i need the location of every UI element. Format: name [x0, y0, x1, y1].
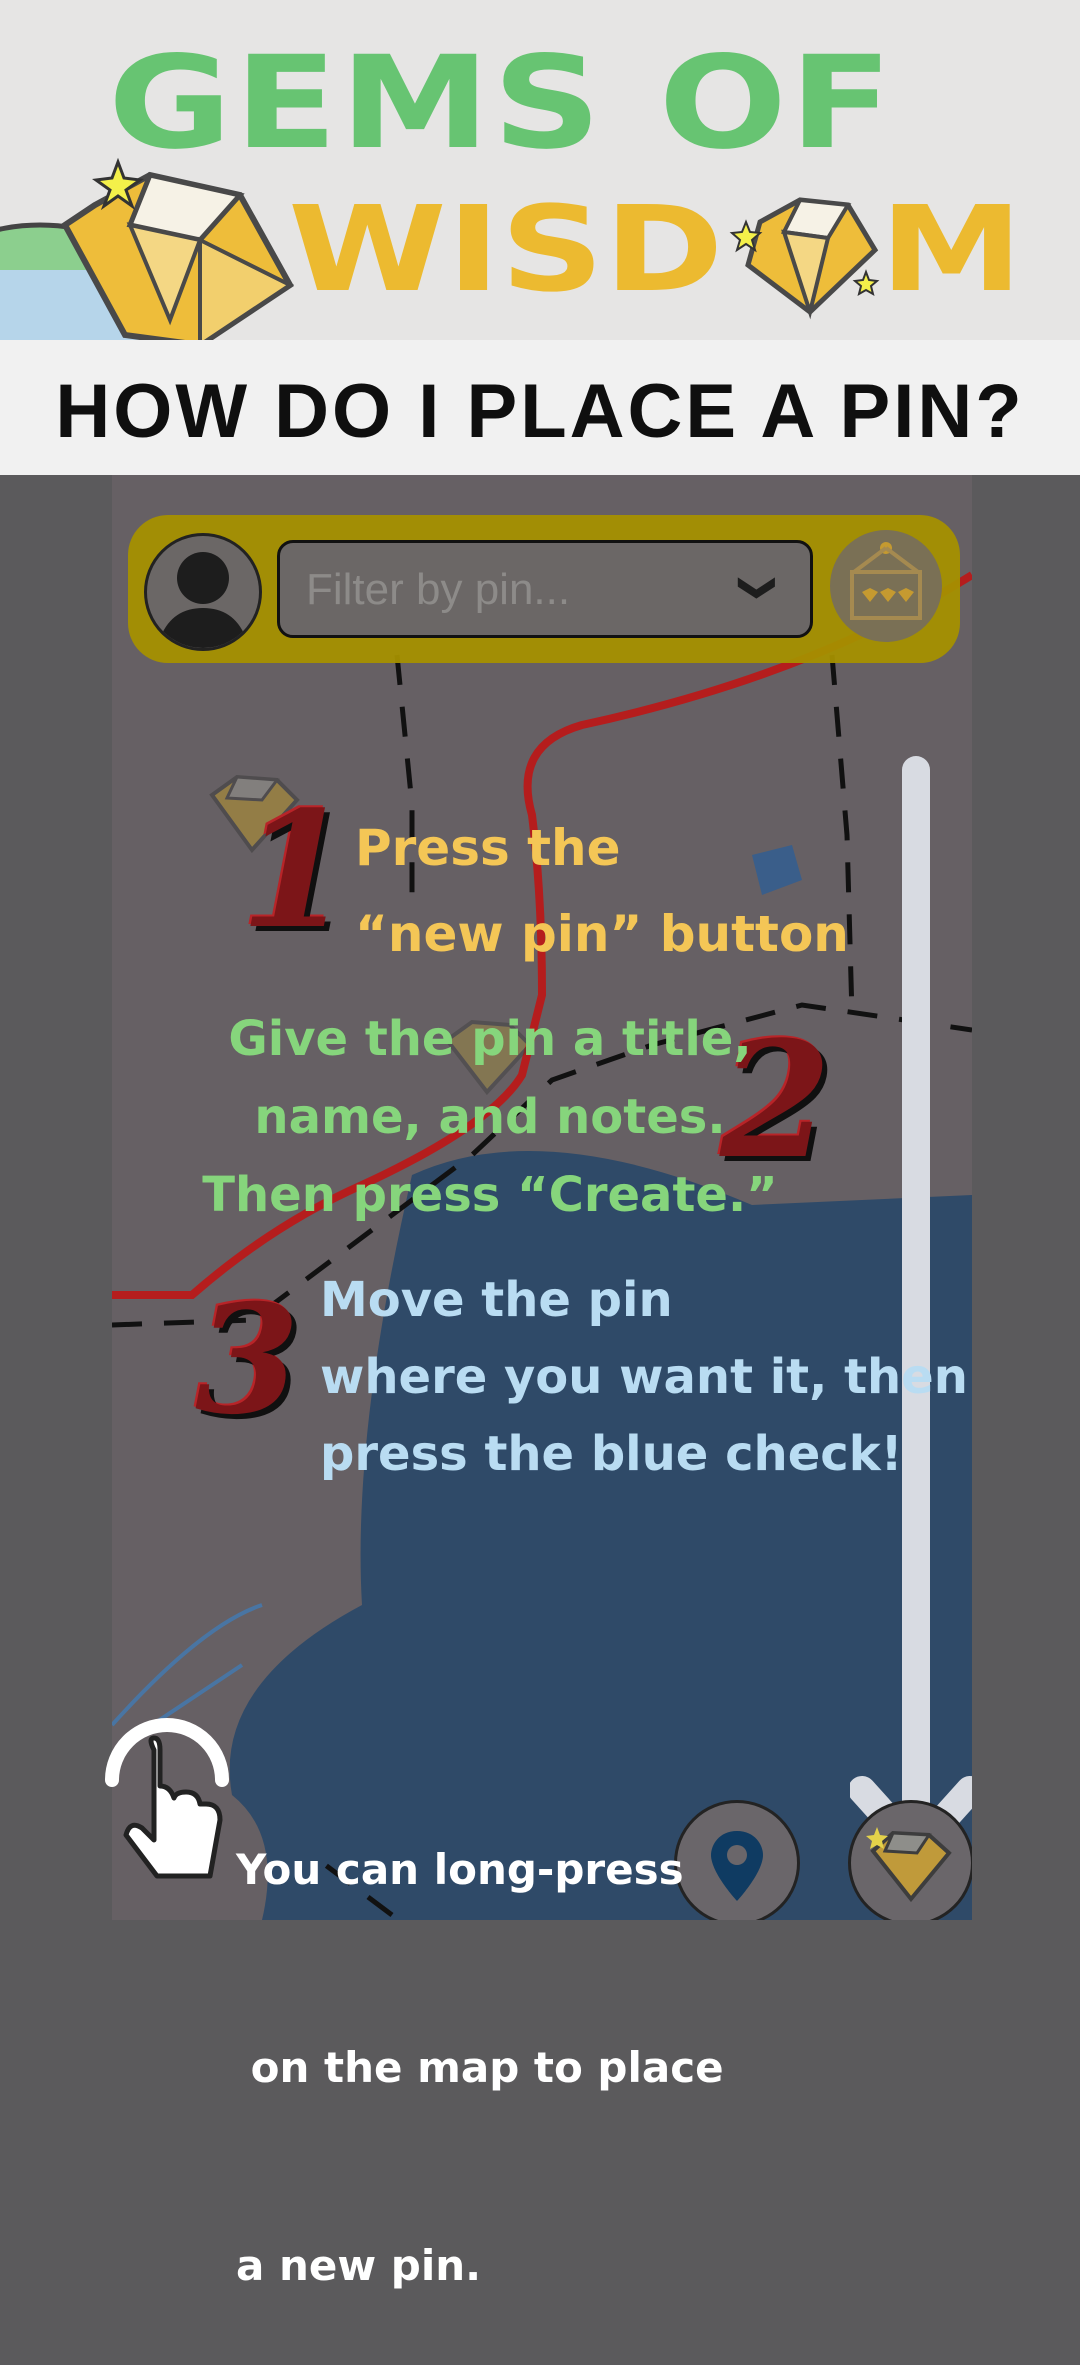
filter-dropdown[interactable]: Filter by pin... ❯	[277, 540, 813, 638]
title-banner: GEMS OF WISD M	[0, 0, 1080, 340]
step-1-text: Press the “new pin” button	[355, 805, 849, 977]
avatar-icon[interactable]	[144, 533, 262, 651]
gem-icon	[866, 1827, 952, 1903]
tip-line: a new pin.	[236, 2241, 482, 2290]
gem-board-glyph	[850, 542, 922, 620]
step-2-text: Give the pin a title, name, and notes. T…	[180, 1000, 800, 1234]
page-subtitle: HOW DO I PLACE A PIN?	[55, 369, 1025, 454]
avatar-silhouette	[157, 552, 249, 648]
gem-icon	[729, 197, 880, 320]
step-3-text: Move the pin where you want it, then pre…	[320, 1262, 968, 1493]
banner-decoration	[0, 157, 880, 340]
step-2-line: Then press “Create.”	[202, 1167, 778, 1223]
gem-menu-button[interactable]	[848, 1800, 972, 1920]
step-2-line: name, and notes.	[254, 1089, 726, 1145]
step-3-number: 3	[195, 1272, 300, 1448]
gem-board-icon[interactable]	[830, 530, 942, 642]
step-3-line: press the blue check!	[320, 1426, 903, 1482]
long-press-tip: You can long-press on the map to place a…	[236, 1705, 724, 2365]
step-1-number: 1	[240, 776, 352, 964]
step-1-line: Press the	[355, 819, 621, 877]
filter-placeholder: Filter by pin...	[306, 565, 571, 614]
step-3-line: Move the pin	[320, 1272, 673, 1328]
step-3-line: where you want it, then	[320, 1349, 968, 1405]
chevron-down-icon: ❯	[738, 572, 780, 604]
step-2-line: Give the pin a title,	[228, 1011, 752, 1067]
hand-pointer-icon	[105, 1718, 229, 1879]
step-1-line: “new pin” button	[355, 905, 849, 963]
tip-line: You can long-press	[236, 1845, 684, 1894]
tip-line: on the map to place	[236, 2043, 724, 2092]
